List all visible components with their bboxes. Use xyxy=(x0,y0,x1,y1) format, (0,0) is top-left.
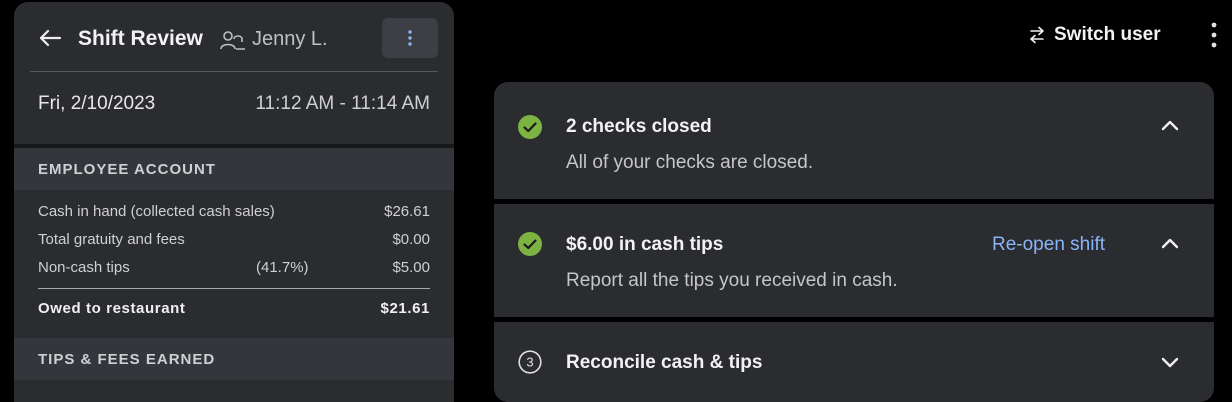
account-row: Cash in hand (collected cash sales) $26.… xyxy=(38,203,430,220)
shift-time-range: 11:12 AM - 11:14 AM xyxy=(255,93,430,114)
owed-total-row: Owed to restaurant $21.61 xyxy=(38,300,430,317)
step-checks-closed[interactable]: 2 checks closed All of your checks are c… xyxy=(494,82,1214,199)
step-number-icon: 3 xyxy=(518,350,542,374)
chevron-up-icon[interactable] xyxy=(1158,114,1182,138)
page-title: Shift Review xyxy=(78,27,203,50)
tips-fees-body xyxy=(14,380,454,402)
step-title: $6.00 in cash tips xyxy=(566,234,724,255)
employee-icon xyxy=(220,31,245,50)
owed-label: Owed to restaurant xyxy=(38,300,186,317)
shift-date: Fri, 2/10/2023 xyxy=(38,93,156,114)
account-row: Non-cash tips (41.7%) $5.00 xyxy=(38,259,430,276)
back-arrow-icon[interactable] xyxy=(36,24,64,52)
step-cash-tips[interactable]: $6.00 in cash tips Re-open shift Report … xyxy=(494,204,1214,317)
check-circle-icon xyxy=(518,115,542,139)
step-title: Reconcile cash & tips xyxy=(566,352,763,373)
employee-account-heading: EMPLOYEE ACCOUNT xyxy=(14,148,454,190)
shift-steps-card: 2 checks closed All of your checks are c… xyxy=(494,82,1214,402)
row-percent: (41.7%) xyxy=(256,259,309,276)
owed-value: $21.61 xyxy=(380,300,430,317)
row-label: Total gratuity and fees xyxy=(38,231,185,248)
switch-user-label: Switch user xyxy=(1054,24,1161,45)
kebab-menu-icon xyxy=(408,30,412,46)
step-title: 2 checks closed xyxy=(566,116,712,137)
switch-user-button[interactable]: Switch user xyxy=(1028,22,1161,48)
check-circle-icon xyxy=(518,232,542,256)
shift-review-panel: Shift Review Jenny L. Fri, 2/10/2023 11:… xyxy=(14,2,454,402)
reopen-shift-link[interactable]: Re-open shift xyxy=(992,234,1105,256)
step-subtitle: All of your checks are closed. xyxy=(566,152,814,173)
more-options-button[interactable] xyxy=(382,18,438,58)
chevron-down-icon[interactable] xyxy=(1158,350,1182,374)
overflow-menu-icon[interactable] xyxy=(1204,20,1224,50)
chevron-up-icon[interactable] xyxy=(1158,232,1182,256)
employee-name: Jenny L. xyxy=(252,28,328,50)
step-subtitle: Report all the tips you received in cash… xyxy=(566,270,898,291)
account-row: Total gratuity and fees $0.00 xyxy=(38,231,430,248)
step-number: 3 xyxy=(526,355,533,370)
row-label: Non-cash tips xyxy=(38,259,130,276)
row-value: $5.00 xyxy=(392,259,430,276)
total-divider xyxy=(38,288,430,289)
row-value: $26.61 xyxy=(384,203,430,220)
swap-arrows-icon xyxy=(1030,26,1044,44)
row-label: Cash in hand (collected cash sales) xyxy=(38,203,275,220)
header-divider xyxy=(30,71,438,72)
panel-header: Shift Review Jenny L. xyxy=(14,2,454,72)
tips-fees-heading: TIPS & FEES EARNED xyxy=(14,338,454,380)
row-value: $0.00 xyxy=(392,231,430,248)
step-reconcile[interactable]: 3 Reconcile cash & tips xyxy=(494,322,1214,402)
